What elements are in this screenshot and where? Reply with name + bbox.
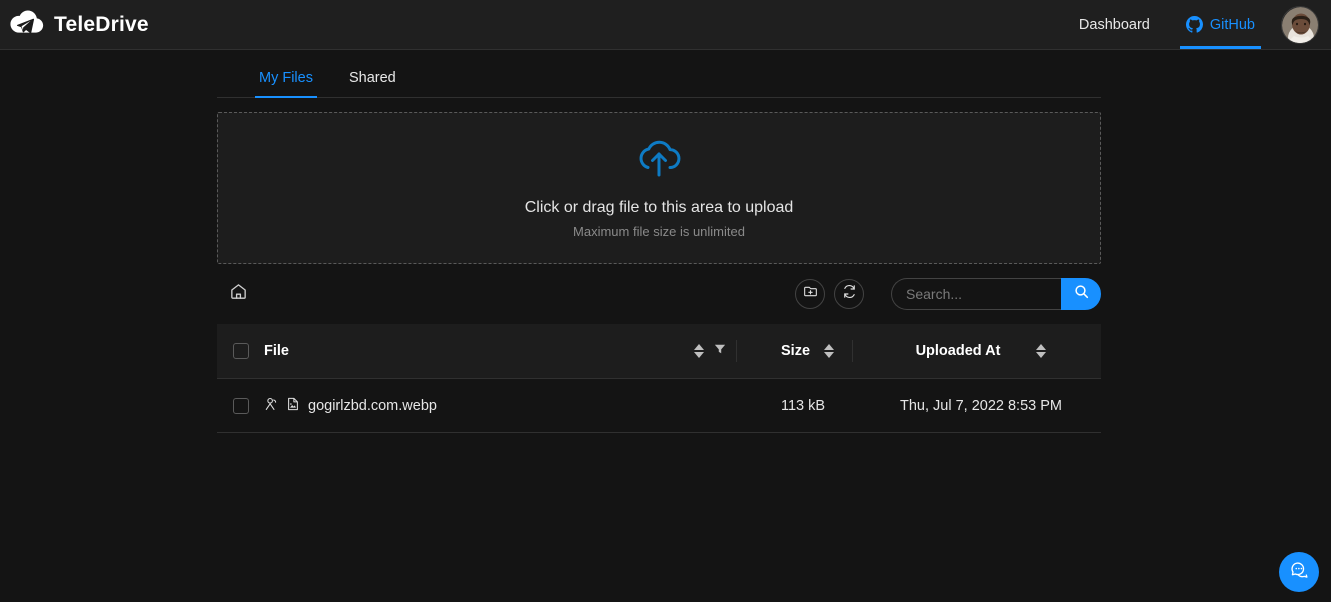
uploaded-at-text: Thu, Jul 7, 2022 8:53 PM bbox=[899, 397, 1062, 414]
avatar-wrapper[interactable] bbox=[1273, 5, 1331, 44]
file-name-text: gogirlzbd.com.webp bbox=[308, 397, 437, 414]
toolbar-actions bbox=[795, 278, 1101, 310]
nav-label-github: GitHub bbox=[1209, 16, 1255, 33]
filter-funnel-icon[interactable] bbox=[714, 342, 726, 360]
header-nav: Dashboard GitHub bbox=[1061, 0, 1331, 49]
github-icon bbox=[1185, 16, 1203, 33]
search-button[interactable] bbox=[1061, 278, 1101, 310]
files-table: File Size Uploaded At gogirlzbd.com.webp… bbox=[217, 324, 1101, 433]
refresh-button[interactable] bbox=[834, 279, 864, 309]
app-header: TeleDrive Dashboard GitHub bbox=[0, 0, 1331, 50]
dropzone-subtitle: Maximum file size is unlimited bbox=[573, 224, 745, 239]
chat-fab-button[interactable] bbox=[1279, 552, 1319, 592]
tab-shared[interactable]: Shared bbox=[347, 70, 398, 97]
column-file-label: File bbox=[264, 343, 289, 359]
folder-add-icon bbox=[803, 284, 818, 304]
row-size-cell: 113 kB bbox=[751, 398, 861, 414]
user-avatar[interactable] bbox=[1281, 5, 1319, 44]
table-header-row: File Size Uploaded At bbox=[217, 324, 1101, 379]
select-all-cell bbox=[217, 343, 264, 359]
files-toolbar bbox=[217, 264, 1101, 324]
user-shared-icon bbox=[264, 397, 278, 415]
content-container: My Files Shared Click or drag file to th… bbox=[217, 50, 1101, 433]
new-folder-button[interactable] bbox=[795, 279, 825, 309]
cloud-upload-icon bbox=[635, 137, 683, 179]
tab-my-files-label: My Files bbox=[259, 70, 313, 86]
nav-item-github[interactable]: GitHub bbox=[1168, 0, 1273, 49]
sort-caret-icon-size[interactable] bbox=[824, 344, 835, 358]
nav-label-dashboard: Dashboard bbox=[1078, 16, 1150, 33]
row-file-cell: gogirlzbd.com.webp bbox=[264, 397, 751, 415]
page-body: My Files Shared Click or drag file to th… bbox=[0, 50, 1331, 602]
search-group bbox=[891, 278, 1101, 310]
upload-dropzone[interactable]: Click or drag file to this area to uploa… bbox=[217, 112, 1101, 264]
home-breadcrumb-button[interactable] bbox=[223, 279, 253, 309]
search-icon bbox=[1074, 284, 1089, 304]
dropzone-title: Click or drag file to this area to uploa… bbox=[524, 199, 794, 216]
select-all-checkbox[interactable] bbox=[232, 343, 249, 359]
image-file-icon bbox=[286, 397, 300, 415]
telegram-cloud-logo-icon bbox=[10, 8, 44, 42]
sort-caret-icon-file[interactable] bbox=[694, 344, 704, 358]
tab-my-files[interactable]: My Files bbox=[255, 70, 317, 98]
column-uploaded-at-label: Uploaded At bbox=[915, 343, 1001, 359]
refresh-icon bbox=[842, 284, 857, 304]
row-uploaded-cell: Thu, Jul 7, 2022 8:53 PM bbox=[861, 398, 1101, 414]
files-tabs: My Files Shared bbox=[217, 50, 1101, 98]
column-divider bbox=[852, 340, 854, 362]
row-select-cell bbox=[217, 397, 264, 414]
column-size: Size bbox=[751, 340, 861, 362]
table-row[interactable]: gogirlzbd.com.webp 113 kB Thu, Jul 7, 20… bbox=[217, 379, 1101, 433]
column-file-controls bbox=[694, 340, 751, 362]
nav-item-dashboard[interactable]: Dashboard bbox=[1061, 0, 1168, 49]
tab-shared-label: Shared bbox=[348, 70, 396, 86]
column-size-label: Size bbox=[781, 343, 811, 359]
sort-caret-icon-uploaded[interactable] bbox=[1036, 344, 1047, 358]
file-size-text: 113 kB bbox=[781, 397, 826, 414]
file-name-link[interactable]: gogirlzbd.com.webp bbox=[264, 397, 437, 415]
column-uploaded-at: Uploaded At bbox=[861, 343, 1101, 359]
brand[interactable]: TeleDrive bbox=[0, 8, 149, 42]
chat-bubble-icon bbox=[1289, 559, 1310, 585]
column-divider bbox=[736, 340, 737, 362]
row-checkbox[interactable] bbox=[232, 397, 249, 414]
search-input[interactable] bbox=[891, 278, 1061, 310]
brand-name: TeleDrive bbox=[54, 12, 149, 36]
home-icon bbox=[229, 282, 248, 306]
column-file: File bbox=[264, 340, 751, 362]
